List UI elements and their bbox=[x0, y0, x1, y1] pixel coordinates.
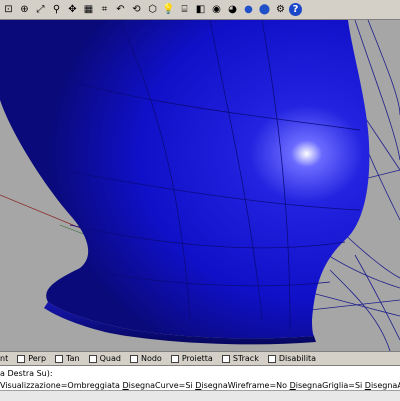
osnap-label: Tan bbox=[66, 354, 80, 363]
osnap-checkbox[interactable] bbox=[221, 354, 230, 363]
osnap-label: Nodo bbox=[140, 354, 162, 363]
osnap-checkbox[interactable] bbox=[170, 354, 179, 363]
pan-icon[interactable]: ✥ bbox=[65, 2, 80, 18]
construction-plane-icon[interactable]: ⬡ bbox=[145, 2, 160, 18]
render-icon[interactable]: ⬤ bbox=[257, 2, 272, 18]
osnap-strack[interactable]: STrack bbox=[221, 354, 259, 363]
osnap-nodo[interactable]: Nodo bbox=[129, 354, 162, 363]
osnap-perp[interactable]: Perp bbox=[17, 354, 46, 363]
shaded-sphere-icon[interactable]: ● bbox=[241, 2, 256, 18]
zoom-dynamic-icon[interactable]: ⊕ bbox=[17, 2, 32, 18]
osnap-label: Disabilita bbox=[278, 354, 317, 363]
rendered-icon[interactable]: ◕ bbox=[225, 2, 240, 18]
osnap-checkbox[interactable] bbox=[17, 354, 26, 363]
settings-icon[interactable]: ⚙ bbox=[273, 2, 288, 18]
osnap-proietta[interactable]: Proietta bbox=[170, 354, 213, 363]
prompt-fragment: Ombreggiata bbox=[67, 381, 120, 390]
zoom-selected-icon[interactable]: ⚲ bbox=[49, 2, 64, 18]
zoom-extents-icon[interactable]: ⤢ bbox=[33, 2, 48, 18]
osnap-checkbox[interactable] bbox=[88, 354, 97, 363]
main-toolbar: ⊡ ⊕ ⤢ ⚲ ✥ ▦ ⌗ ↶ ⟲ ⬡ 💡 ⌸ ◧ ◉ ◕ ● ⬤ ⚙? bbox=[0, 0, 400, 20]
osnap-label: nt bbox=[0, 354, 9, 363]
command-input[interactable] bbox=[0, 390, 400, 401]
help-icon[interactable]: ? bbox=[289, 3, 302, 16]
prompt-fragment: isegnaGriglia=Si bbox=[295, 381, 365, 390]
osnap-bar: nt Perp Tan Quad Nodo Proietta STrack Disabilit… bbox=[0, 351, 400, 366]
prompt-fragment: Visualizzazione= bbox=[0, 381, 68, 390]
viewport-canvas[interactable] bbox=[0, 20, 400, 351]
prompt-fragment: isegnaCurve=Si bbox=[128, 381, 196, 390]
properties-icon[interactable]: ⌸ bbox=[177, 2, 192, 18]
prompt-fragment: isegnaAssi=Si ): bbox=[370, 381, 400, 390]
four-view-icon[interactable]: ▦ bbox=[81, 2, 96, 18]
zoom-window-icon[interactable]: ⊡ bbox=[1, 2, 16, 18]
perspective-viewport[interactable] bbox=[0, 20, 400, 351]
command-history: a Destra Su): bbox=[0, 369, 53, 378]
osnap-tan[interactable]: Tan bbox=[55, 354, 80, 363]
shaded-surface[interactable] bbox=[0, 20, 370, 339]
osnap-nt[interactable]: nt bbox=[0, 354, 8, 363]
osnap-label: STrack bbox=[232, 354, 259, 363]
osnap-checkbox[interactable] bbox=[55, 354, 64, 363]
osnap-quad[interactable]: Quad bbox=[88, 354, 121, 363]
osnap-disabilita[interactable]: Disabilita bbox=[267, 354, 317, 363]
color-wheel-icon[interactable]: ◉ bbox=[209, 2, 224, 18]
grid-icon[interactable]: ⌗ bbox=[97, 2, 112, 18]
prompt-fragment: isegnaWireframe=No bbox=[201, 381, 290, 390]
osnap-label: Proietta bbox=[181, 354, 213, 363]
lightbulb-icon[interactable]: 💡 bbox=[161, 2, 176, 18]
undo-view-icon[interactable]: ↶ bbox=[113, 2, 128, 18]
rotate-view-icon[interactable]: ⟲ bbox=[129, 2, 144, 18]
osnap-checkbox[interactable] bbox=[267, 354, 276, 363]
osnap-label: Quad bbox=[99, 354, 121, 363]
layer-icon[interactable]: ◧ bbox=[193, 2, 208, 18]
osnap-checkbox[interactable] bbox=[129, 354, 138, 363]
osnap-label: Perp bbox=[28, 354, 47, 363]
command-area: a Destra Su): Visualizzazione=Ombreggiat… bbox=[0, 366, 400, 401]
